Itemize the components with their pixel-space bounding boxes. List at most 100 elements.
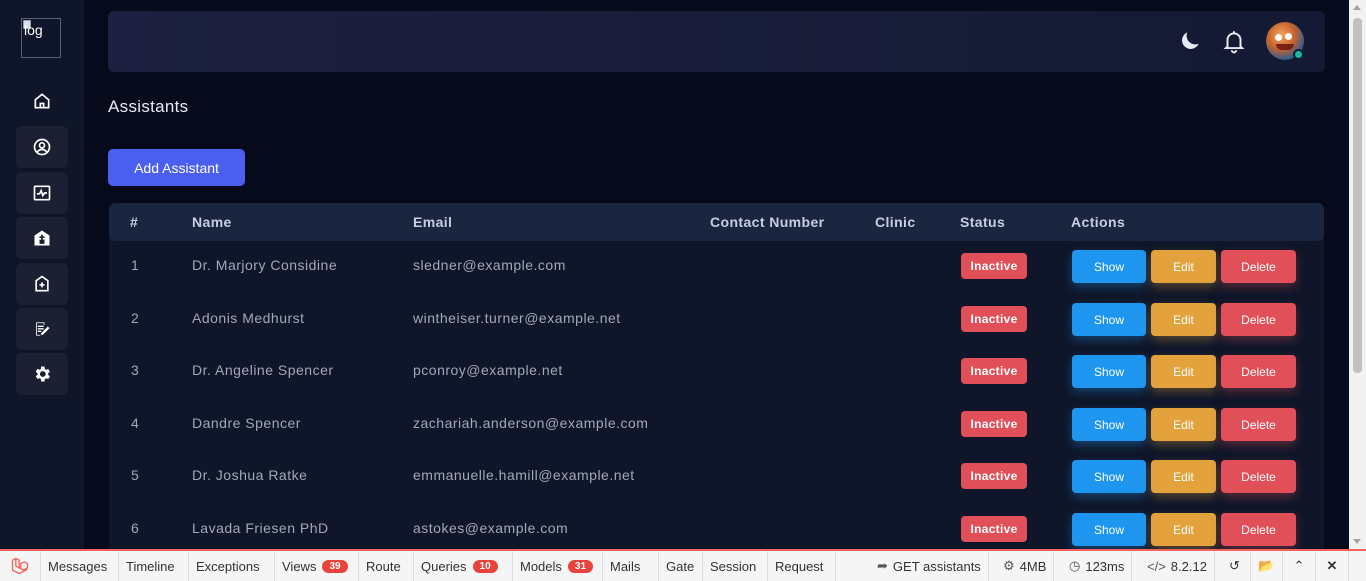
column-header-email: Email bbox=[413, 214, 453, 230]
add-assistant-button[interactable]: Add Assistant bbox=[108, 149, 245, 186]
logo-alt-text: log bbox=[24, 22, 43, 38]
sidebar-item-profile[interactable] bbox=[16, 126, 68, 168]
cell-email: wintheiser.turner@example.net bbox=[413, 310, 621, 326]
cell-number: 4 bbox=[131, 415, 140, 431]
show-button[interactable]: Show bbox=[1072, 513, 1146, 546]
laravel-logo-icon[interactable] bbox=[0, 551, 41, 581]
cell-email: astokes@example.com bbox=[413, 520, 569, 536]
cell-number: 5 bbox=[131, 467, 140, 483]
folder-open-icon[interactable]: 📂 bbox=[1251, 551, 1283, 581]
scroll-up-icon[interactable] bbox=[1353, 5, 1361, 10]
user-circle-icon bbox=[33, 138, 51, 156]
cell-email: pconroy@example.net bbox=[413, 362, 563, 378]
debug-tab-gate[interactable]: Gate bbox=[659, 551, 703, 581]
table-row: 2 Adonis Medhurst wintheiser.turner@exam… bbox=[109, 294, 1324, 346]
status-badge: Inactive bbox=[961, 306, 1027, 332]
debug-tab-messages[interactable]: Messages bbox=[41, 551, 119, 581]
debug-request[interactable]: ➦ GET assistants bbox=[870, 551, 989, 581]
table-row: 5 Dr. Joshua Ratke emmanuelle.hamill@exa… bbox=[109, 451, 1324, 503]
debug-bar: Messages Timeline Exceptions Views 39 Route Qu… bbox=[0, 549, 1366, 581]
column-header-contact: Contact Number bbox=[710, 214, 825, 230]
sidebar-item-clinics[interactable] bbox=[16, 217, 68, 259]
cell-name: Lavada Friesen PhD bbox=[192, 520, 329, 536]
count-badge: 10 bbox=[472, 559, 498, 573]
close-icon[interactable]: ✕ bbox=[1316, 551, 1349, 581]
logo[interactable]: log bbox=[21, 18, 61, 58]
debug-php-version: </> 8.2.12 bbox=[1140, 551, 1215, 581]
sidebar-item-activity[interactable] bbox=[16, 172, 68, 214]
delete-button[interactable]: Delete bbox=[1221, 408, 1296, 441]
gear-icon bbox=[35, 366, 50, 382]
debug-tab-views[interactable]: Views 39 bbox=[275, 551, 359, 581]
debug-tab-mails[interactable]: Mails bbox=[603, 551, 659, 581]
status-badge: Inactive bbox=[961, 463, 1027, 489]
column-header-status: Status bbox=[960, 214, 1006, 230]
table-header: # Name Email Contact Number Clinic Statu… bbox=[109, 203, 1324, 241]
show-button[interactable]: Show bbox=[1072, 460, 1146, 493]
debug-tab-queries[interactable]: Queries 10 bbox=[414, 551, 513, 581]
chevron-up-icon[interactable]: ⌃ bbox=[1283, 551, 1316, 581]
table-row: 1 Dr. Marjory Considine sledner@example.… bbox=[109, 241, 1324, 293]
delete-button[interactable]: Delete bbox=[1221, 355, 1296, 388]
debug-tab-timeline[interactable]: Timeline bbox=[119, 551, 189, 581]
top-header bbox=[108, 11, 1325, 72]
delete-button[interactable]: Delete bbox=[1221, 250, 1296, 283]
bell-icon[interactable] bbox=[1221, 27, 1247, 55]
clock-icon: ◷ bbox=[1069, 558, 1081, 573]
home-icon bbox=[34, 93, 50, 109]
table-row: 6 Lavada Friesen PhD astokes@example.com… bbox=[109, 504, 1324, 549]
assistants-table: # Name Email Contact Number Clinic Statu… bbox=[109, 203, 1324, 549]
scrollbar-thumb[interactable] bbox=[1353, 18, 1362, 373]
show-button[interactable]: Show bbox=[1072, 303, 1146, 336]
sidebar-item-medical[interactable] bbox=[16, 263, 68, 305]
cell-number: 2 bbox=[131, 310, 140, 326]
page-scrollbar[interactable] bbox=[1349, 0, 1366, 549]
cell-name: Dr. Joshua Ratke bbox=[192, 467, 308, 483]
edit-button[interactable]: Edit bbox=[1151, 355, 1216, 388]
delete-button[interactable]: Delete bbox=[1221, 513, 1296, 546]
sidebar-item-settings[interactable] bbox=[16, 353, 68, 395]
moon-icon[interactable] bbox=[1177, 28, 1203, 54]
medical-house-icon bbox=[35, 275, 49, 292]
cell-email: zachariah.anderson@example.com bbox=[413, 415, 649, 431]
status-badge: Inactive bbox=[961, 516, 1027, 542]
cell-number: 6 bbox=[131, 520, 140, 536]
code-icon: </> bbox=[1147, 558, 1166, 574]
table-row: 3 Dr. Angeline Spencer pconroy@example.n… bbox=[109, 346, 1324, 398]
debug-tab-session[interactable]: Session bbox=[703, 551, 768, 581]
show-button[interactable]: Show bbox=[1072, 250, 1146, 283]
cell-email: sledner@example.com bbox=[413, 257, 566, 273]
debug-memory: ⚙ 4MB bbox=[996, 551, 1055, 581]
edit-button[interactable]: Edit bbox=[1151, 250, 1216, 283]
cogs-icon: ⚙ bbox=[1003, 558, 1015, 573]
edit-button[interactable]: Edit bbox=[1151, 460, 1216, 493]
edit-button[interactable]: Edit bbox=[1151, 303, 1216, 336]
status-badge: Inactive bbox=[961, 358, 1027, 384]
column-header-clinic: Clinic bbox=[875, 214, 916, 230]
sidebar-item-home[interactable] bbox=[16, 80, 68, 122]
delete-button[interactable]: Delete bbox=[1221, 303, 1296, 336]
edit-button[interactable]: Edit bbox=[1151, 513, 1216, 546]
online-status-indicator bbox=[1293, 49, 1304, 60]
debug-tab-models[interactable]: Models 31 bbox=[513, 551, 603, 581]
cell-name: Adonis Medhurst bbox=[192, 310, 305, 326]
debug-tab-route[interactable]: Route bbox=[359, 551, 414, 581]
show-button[interactable]: Show bbox=[1072, 355, 1146, 388]
debug-tab-request[interactable]: Request bbox=[768, 551, 836, 581]
share-arrow-icon: ➦ bbox=[877, 558, 888, 573]
status-badge: Inactive bbox=[961, 411, 1027, 437]
scroll-down-icon[interactable] bbox=[1353, 539, 1361, 544]
column-header-actions: Actions bbox=[1071, 214, 1126, 230]
delete-button[interactable]: Delete bbox=[1221, 460, 1296, 493]
sidebar-item-records[interactable] bbox=[16, 308, 68, 350]
show-button[interactable]: Show bbox=[1072, 408, 1146, 441]
avatar[interactable] bbox=[1266, 22, 1304, 60]
history-icon[interactable]: ↺ bbox=[1219, 551, 1251, 581]
debug-time: ◷ 123ms bbox=[1062, 551, 1133, 581]
edit-button[interactable]: Edit bbox=[1151, 408, 1216, 441]
status-badge: Inactive bbox=[961, 253, 1027, 279]
debug-tab-exceptions[interactable]: Exceptions bbox=[189, 551, 275, 581]
sidebar: log bbox=[0, 0, 84, 549]
page-title: Assistants bbox=[108, 97, 189, 116]
column-header-name: Name bbox=[192, 214, 232, 230]
